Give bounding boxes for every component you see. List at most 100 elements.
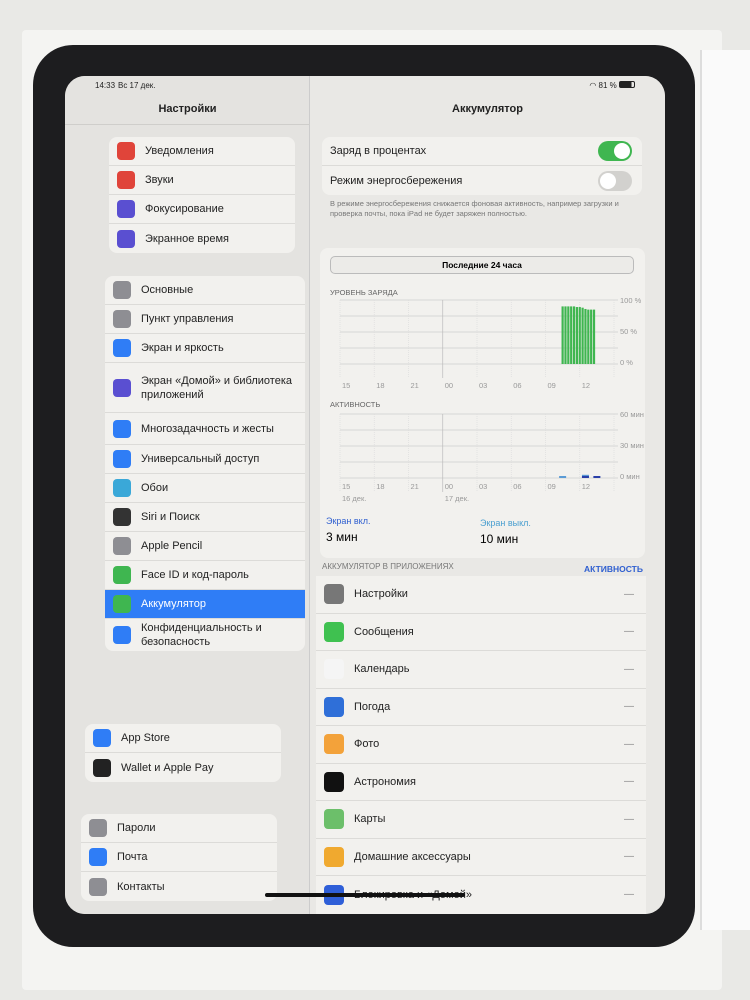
sidebar-item-label: Конфиденциальность и безопасность	[141, 622, 262, 648]
sidebar-item-label: Многозадачность и жесты	[141, 422, 274, 435]
sidebar-group: Уведомления Звуки Фокусирование Экранное вр…	[109, 137, 295, 253]
app-name: Погода	[354, 700, 391, 713]
battery-icon	[113, 595, 131, 613]
x-tick-label: 15	[342, 381, 351, 390]
calendar-app-icon	[324, 659, 344, 680]
x-tick-label: 09	[547, 381, 556, 390]
sidebar-item[interactable]: Siri и Поиск	[105, 503, 305, 532]
sidebar-item-label: Основные	[141, 284, 194, 296]
battery-percent: 81 %	[598, 81, 617, 90]
app-usage-row[interactable]: Настройки —	[316, 576, 646, 614]
app-name: Астрономия	[354, 775, 416, 788]
app-usage-row[interactable]: Фото —	[316, 726, 646, 764]
toggles-icon	[113, 310, 131, 328]
chart-bar	[581, 476, 589, 478]
x-tick-label: 06	[513, 482, 522, 491]
sidebar-item[interactable]: Аккумулятор	[105, 590, 305, 619]
sidebar-item[interactable]: Фокусирование	[109, 195, 295, 224]
status-time: 14:33	[95, 81, 116, 90]
wifi-icon: ◠	[589, 81, 599, 90]
percent-row: Заряд в процентах	[322, 137, 642, 166]
low-power-row: Режим энергосбережения	[322, 166, 642, 195]
x-tick-label: 03	[479, 381, 488, 390]
status-date: Вс 17 дек.	[118, 81, 156, 90]
activity-label: АКТИВНОСТЬ	[330, 400, 381, 409]
low-power-toggle[interactable]	[598, 170, 632, 191]
x-tick-label: 21	[410, 482, 419, 491]
date-label: 16 дек.	[342, 494, 367, 503]
chart-bar	[559, 476, 567, 478]
percent-label: Заряд в процентах	[330, 145, 427, 157]
chart-bar	[575, 307, 578, 364]
hand-icon	[113, 626, 131, 644]
sidebar-item[interactable]: Обои	[105, 474, 305, 503]
sidebar-item[interactable]: Звуки	[109, 166, 295, 195]
contacts-icon	[89, 877, 107, 896]
faceid-icon	[113, 566, 131, 584]
app-usage-value: —	[624, 851, 634, 863]
chart-bar	[578, 307, 581, 364]
sidebar-item-label: App Store	[121, 732, 170, 744]
sidebar-group: Основные Пункт управления Экран и яркость Э…	[105, 276, 305, 651]
activity-switch[interactable]: АКТИВНОСТЬ	[584, 564, 643, 574]
sidebar-item-label: Wallet и Apple Pay	[121, 761, 214, 774]
sidebar-item[interactable]: Apple Pencil	[105, 532, 305, 561]
sidebar-item-label: Уведомления	[145, 145, 214, 157]
detail-title: Аккумулятор	[452, 103, 523, 115]
sidebar-item-label: Почта	[117, 851, 148, 863]
percent-toggle[interactable]	[598, 141, 632, 161]
box-lid	[700, 50, 750, 930]
sidebar-item[interactable]: Конфиденциальность и безопасность	[105, 619, 305, 651]
app-usage-value: —	[624, 889, 634, 901]
app-usage-row[interactable]: Погода —	[316, 689, 646, 726]
x-tick-label: 21	[410, 381, 419, 390]
sidebar-item[interactable]: Экран «Домой» и библиотека приложений	[105, 363, 305, 413]
key-icon	[89, 819, 107, 837]
sidebar-item[interactable]: Face ID и код-пароль	[105, 561, 305, 590]
astronomy-app-icon	[324, 771, 344, 792]
app-name: Настройки	[354, 588, 408, 601]
sidebar-item[interactable]: Универсальный доступ	[105, 445, 305, 474]
chart-bar	[584, 308, 587, 364]
sidebar-item[interactable]: Многозадачность и жесты	[105, 413, 305, 445]
app-usage-row[interactable]: Карты —	[316, 801, 646, 839]
sidebar-item[interactable]: App Store	[85, 724, 281, 753]
sidebar-item[interactable]: Почта	[81, 843, 277, 872]
sidebar-group: App Store Wallet и Apple Pay	[85, 724, 281, 782]
chart-bar	[581, 307, 584, 364]
photos-app-icon	[324, 734, 344, 755]
app-usage-row[interactable]: Календарь —	[316, 651, 646, 689]
sidebar-item[interactable]: Экран и яркость	[105, 334, 305, 363]
home-app-icon	[324, 846, 344, 867]
sidebar-item-label: Контакты	[117, 880, 165, 893]
x-tick-label: 09	[547, 482, 556, 491]
sidebar-item[interactable]: Пароли	[81, 814, 277, 843]
battery-detail: Аккумулятор Заряд в процентах Режим энер…	[310, 76, 665, 914]
sidebar-item[interactable]: Уведомления	[109, 137, 295, 166]
battery-status-icon	[619, 81, 635, 88]
x-tick-label: 00	[444, 482, 454, 491]
sidebar-item[interactable]: Экранное время	[109, 224, 295, 253]
maps-app-icon	[324, 809, 344, 830]
sidebar-title: Настройки	[158, 103, 217, 115]
sidebar-item-label: Face ID и код-пароль	[141, 569, 249, 581]
app-usage-value: —	[624, 738, 634, 750]
low-power-footnote: В режиме энергосбережения снижается фоно…	[330, 199, 619, 218]
app-usage-row[interactable]: Астрономия —	[316, 764, 646, 801]
sidebar-item[interactable]: Пункт управления	[105, 305, 305, 334]
sidebar-group: Пароли Почта Контакты	[81, 814, 277, 901]
sidebar-item[interactable]: Основные	[105, 276, 305, 305]
sidebar-item[interactable]: Контакты	[81, 872, 277, 901]
wallet-icon	[93, 758, 111, 777]
sidebar-item-label: Универсальный доступ	[141, 453, 260, 465]
app-usage-row[interactable]: Сообщения —	[316, 614, 646, 651]
x-tick-label: 18	[376, 381, 385, 390]
app-name: Карты	[354, 813, 386, 826]
weather-app-icon	[324, 696, 344, 717]
y-tick-label: 0 %	[620, 358, 633, 367]
home-indicator[interactable]	[265, 893, 465, 897]
sidebar-item[interactable]: Wallet и Apple Pay	[85, 753, 281, 782]
app-usage-row[interactable]: Домашние аксессуары —	[316, 839, 646, 876]
sidebar-item-label: Аккумулятор	[141, 598, 206, 610]
chart-bar	[570, 306, 573, 364]
